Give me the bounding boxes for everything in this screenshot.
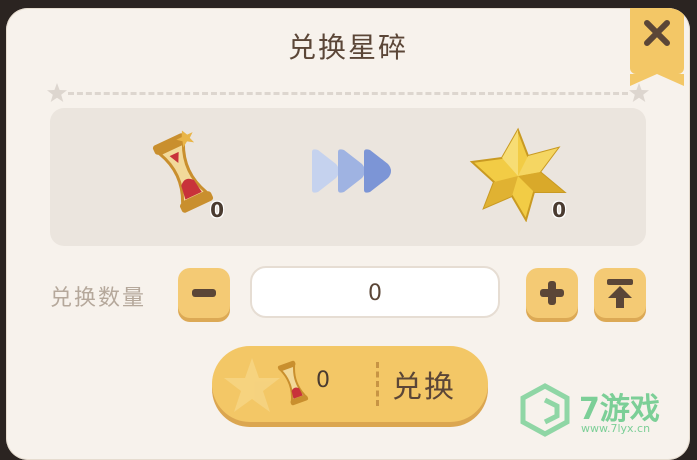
confirm-exchange-button[interactable]: 0 兑换 xyxy=(212,346,488,422)
close-icon xyxy=(644,20,670,46)
site-watermark: 7游戏 www.7lyx.cn xyxy=(511,382,691,442)
to-item[interactable]: 0 xyxy=(468,126,568,226)
close-button[interactable] xyxy=(630,8,684,86)
quantity-input[interactable]: 0 xyxy=(250,266,500,318)
exchange-preview: 0 0 xyxy=(50,108,646,246)
from-item-count: 0 xyxy=(210,198,224,222)
hourglass-icon xyxy=(277,360,309,406)
max-button[interactable] xyxy=(594,268,646,318)
from-item[interactable]: 0 xyxy=(148,128,228,228)
increase-button[interactable] xyxy=(526,268,578,318)
minus-icon xyxy=(192,289,216,297)
site-logo-icon xyxy=(520,383,570,437)
dialog-title: 兑换星碎 xyxy=(287,31,408,64)
quantity-label: 兑换数量 xyxy=(50,286,147,311)
decrease-button[interactable] xyxy=(178,268,230,318)
watermark-url: www.7lyx.cn xyxy=(581,422,651,435)
button-divider xyxy=(376,362,379,406)
title-divider xyxy=(46,83,650,102)
max-icon xyxy=(607,279,633,308)
star-icon xyxy=(224,358,280,412)
confirm-label: 兑换 xyxy=(392,370,456,405)
cost-value: 0 xyxy=(316,368,330,393)
hourglass-icon xyxy=(152,130,214,213)
to-item-count: 0 xyxy=(552,198,566,222)
exchange-arrow-icon xyxy=(312,149,391,193)
star-icon xyxy=(47,83,67,102)
star-icon xyxy=(629,83,649,102)
plus-icon xyxy=(540,281,564,305)
